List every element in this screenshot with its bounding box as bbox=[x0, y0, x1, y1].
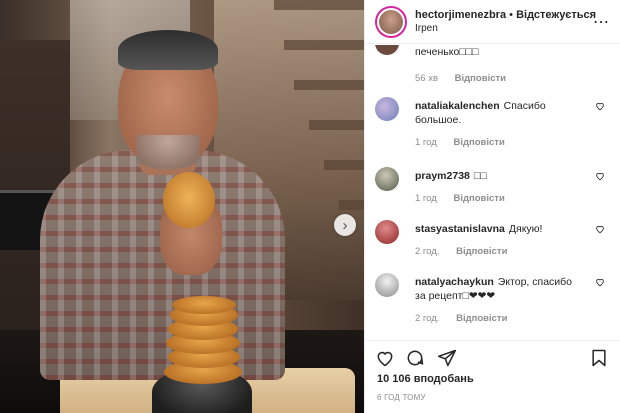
commenter-avatar[interactable] bbox=[375, 220, 399, 244]
comment-meta: 2 год. Відповісти bbox=[415, 313, 521, 324]
post-actions-bar bbox=[365, 340, 620, 372]
following-button[interactable]: Відстежується bbox=[516, 9, 596, 21]
comment-body: Дякую! bbox=[508, 223, 543, 235]
likes-count[interactable]: 10 106 вподобань bbox=[377, 373, 474, 385]
post-photo[interactable]: › bbox=[0, 0, 364, 413]
comment-like-heart-icon[interactable] bbox=[595, 277, 605, 287]
commenter-avatar[interactable] bbox=[375, 97, 399, 121]
comment-time: 1 год bbox=[415, 193, 437, 204]
comment-meta: 1 год Відповісти bbox=[415, 193, 519, 204]
comment-like-heart-icon[interactable] bbox=[595, 101, 605, 111]
comment-meta: 1 год Відповісти bbox=[415, 137, 519, 148]
comment-meta: 56 хв Відповісти bbox=[415, 73, 520, 84]
reply-button[interactable]: Відповісти bbox=[453, 193, 504, 204]
commenter-username[interactable]: praym2738 bbox=[415, 170, 470, 182]
chevron-right-icon: › bbox=[342, 216, 348, 234]
commenter-avatar[interactable] bbox=[375, 167, 399, 191]
separator-dot: • bbox=[509, 8, 514, 21]
reply-button[interactable]: Відповісти bbox=[455, 73, 506, 84]
next-photo-button[interactable]: › bbox=[334, 214, 356, 236]
commenter-username[interactable]: natalyachaykun bbox=[415, 276, 494, 288]
person-hair bbox=[118, 30, 218, 70]
post-side-panel: hectorjimenezbra • Відстежується Irpen ⋯… bbox=[364, 0, 620, 413]
comment-text: печенько□□□ bbox=[415, 45, 585, 59]
commenter-username[interactable]: stasyastanislavna bbox=[415, 223, 505, 235]
comment-text: praym2738 □□ bbox=[415, 169, 585, 183]
comment-icon[interactable] bbox=[405, 348, 425, 368]
comment-text: stasyastanislavna Дякую! bbox=[415, 222, 585, 236]
commenter-avatar[interactable] bbox=[375, 273, 399, 297]
author-avatar[interactable] bbox=[375, 5, 407, 38]
share-icon[interactable] bbox=[437, 348, 457, 368]
comment-body: печенько□□□ bbox=[415, 46, 479, 58]
reply-button[interactable]: Відповісти bbox=[456, 246, 507, 257]
person-shirt bbox=[40, 150, 285, 380]
comment-time: 2 год. bbox=[415, 313, 440, 324]
held-cookie bbox=[163, 172, 215, 228]
comment-body: □□ bbox=[473, 170, 487, 182]
commenter-avatar[interactable] bbox=[375, 45, 399, 55]
post-timestamp[interactable]: 6 год тому bbox=[377, 393, 426, 402]
comment-time: 2 год. bbox=[415, 246, 440, 257]
commenter-username[interactable]: nataliakalenchen bbox=[415, 100, 500, 112]
reply-button[interactable]: Відповісти bbox=[456, 313, 507, 324]
author-username[interactable]: hectorjimenezbra bbox=[415, 9, 506, 21]
comment-time: 1 год bbox=[415, 137, 437, 148]
post-header: hectorjimenezbra • Відстежується Irpen ⋯ bbox=[365, 0, 620, 44]
comment-time: 56 хв bbox=[415, 73, 439, 84]
comment-like-heart-icon[interactable] bbox=[595, 224, 605, 234]
bookmark-icon[interactable] bbox=[589, 348, 609, 368]
author-info: hectorjimenezbra • Відстежується Irpen bbox=[415, 8, 596, 36]
person-beard bbox=[136, 135, 200, 169]
comments-list: печенько□□□ 56 хв Відповісти nataliakale… bbox=[365, 45, 620, 337]
heart-icon[interactable] bbox=[375, 348, 395, 368]
more-options-icon[interactable]: ⋯ bbox=[587, 12, 610, 32]
comment-like-heart-icon[interactable] bbox=[595, 171, 605, 181]
comment-meta: 2 год. Відповісти bbox=[415, 246, 521, 257]
comment-text: nataliakalenchen Спасибо большое. bbox=[415, 99, 585, 127]
post-location[interactable]: Irpen bbox=[415, 22, 587, 36]
reply-button[interactable]: Відповісти bbox=[453, 137, 504, 148]
comment-text: natalyachaykun Эктор, спасибо за рецепт□❤… bbox=[415, 275, 585, 303]
